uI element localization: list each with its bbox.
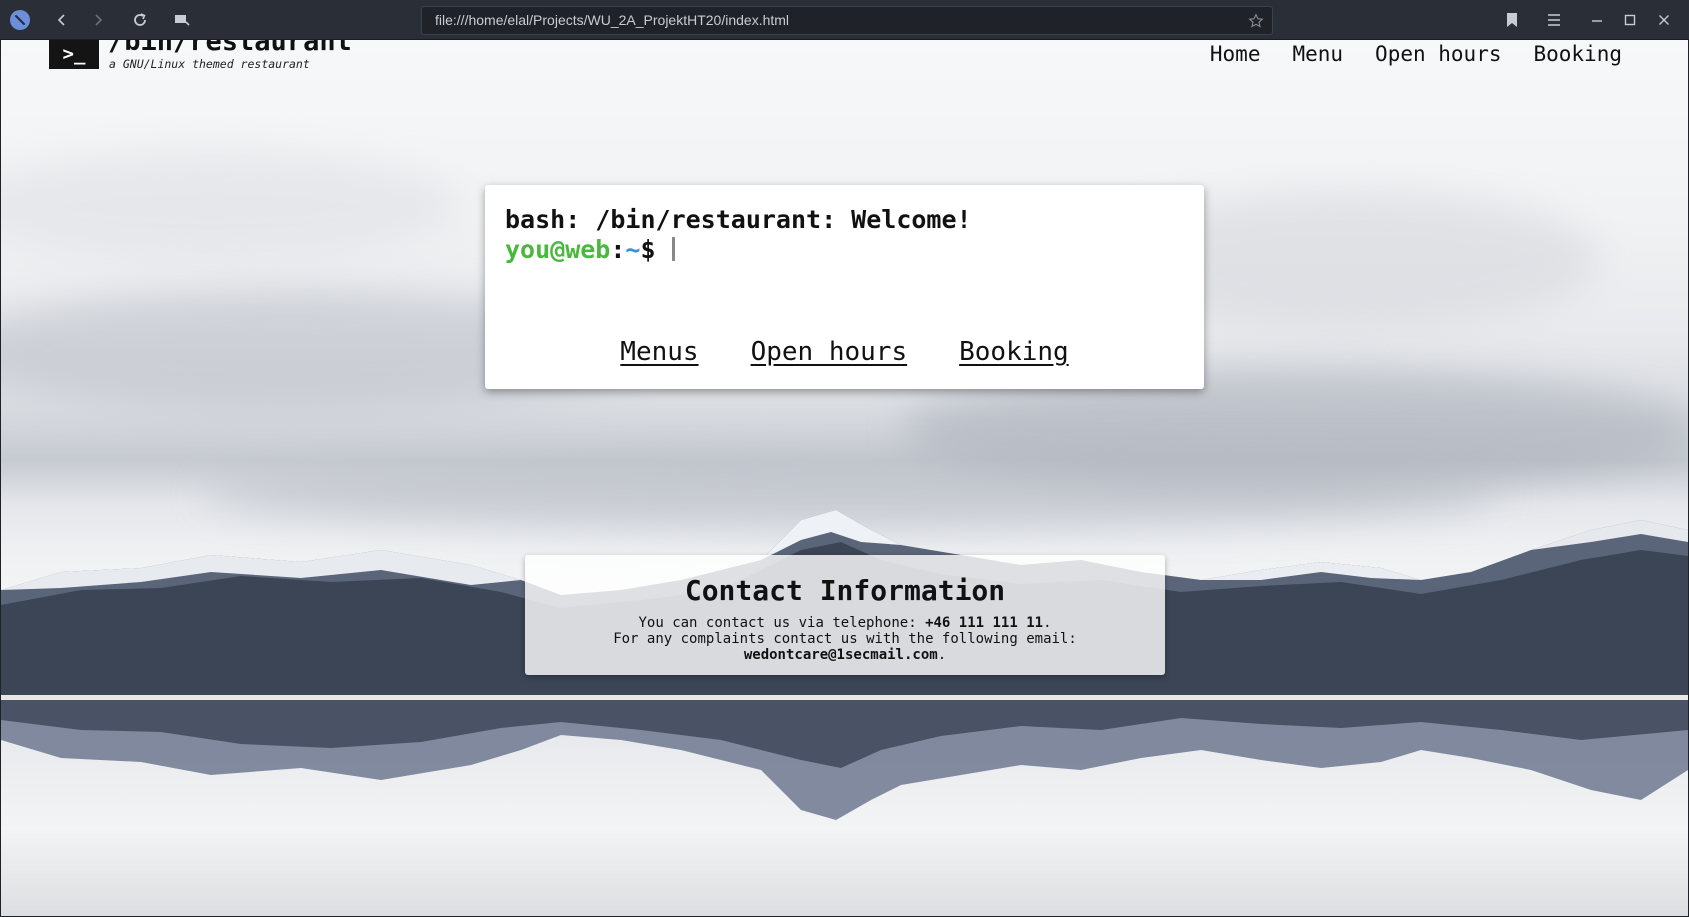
contact-phone-line: You can contact us via telephone: +46 11… xyxy=(525,615,1165,631)
reload-icon[interactable] xyxy=(128,8,152,32)
lake-reflection-image xyxy=(1,700,1688,820)
site-title[interactable]: /bin/restaurant xyxy=(108,40,352,57)
text-cursor xyxy=(671,237,675,261)
terminal-welcome-message: bash: /bin/restaurant: Welcome! xyxy=(505,205,972,234)
site-subtitle: a GNU/Linux themed restaurant xyxy=(109,57,310,71)
back-arrow-icon[interactable] xyxy=(50,8,74,32)
contact-phone-prefix: You can contact us via telephone: xyxy=(638,615,926,631)
prompt-separator: : xyxy=(610,235,626,264)
terminal-logo-icon: >_ xyxy=(62,42,86,65)
browser-toolbar: file:///home/elal/Projects/WU_2A_Projekt… xyxy=(0,0,1689,40)
prompt-dollar: $ xyxy=(640,235,656,264)
site-logo[interactable]: >_ xyxy=(49,40,99,69)
nav-booking-link[interactable]: Booking xyxy=(1533,42,1622,66)
terminal-links: Menus Open hours Booking xyxy=(485,337,1204,367)
contact-card: Contact Information You can contact us v… xyxy=(525,555,1165,675)
menus-link[interactable]: Menus xyxy=(620,337,698,367)
close-icon[interactable] xyxy=(1652,8,1676,32)
nav-menu-link[interactable]: Menu xyxy=(1292,42,1343,66)
terminal-card: bash: /bin/restaurant: Welcome! you@web:… xyxy=(485,185,1204,389)
hamburger-menu-icon[interactable] xyxy=(1542,8,1566,32)
nav-open-hours-link[interactable]: Open hours xyxy=(1375,42,1501,66)
page-viewport: >_ /bin/restaurant a GNU/Linux themed re… xyxy=(1,40,1688,916)
contact-email[interactable]: wedontcare@1secmail.com xyxy=(744,647,938,663)
contact-email-line: wedontcare@1secmail.com. xyxy=(525,647,1165,663)
url-text[interactable]: file:///home/elal/Projects/WU_2A_Projekt… xyxy=(435,12,789,28)
prompt-user: you@web xyxy=(505,235,611,264)
contact-heading: Contact Information xyxy=(684,574,1006,607)
app-menu-icon[interactable] xyxy=(10,10,30,30)
forward-arrow-icon[interactable] xyxy=(86,8,110,32)
main-nav: Home Menu Open hours Booking xyxy=(1210,42,1622,66)
maximize-icon[interactable] xyxy=(1618,8,1642,32)
nav-home-link[interactable]: Home xyxy=(1210,42,1261,66)
prompt-home-dir: ~ xyxy=(625,235,641,264)
terminal-prompt: you@web:~$ xyxy=(505,235,675,264)
address-bar[interactable]: file:///home/elal/Projects/WU_2A_Projekt… xyxy=(421,6,1273,35)
contact-email-suffix: . xyxy=(937,647,947,663)
bookmark-icon[interactable] xyxy=(1500,8,1524,32)
contact-phone-number: +46 111 111 11 xyxy=(925,615,1044,631)
contact-complaints-line: For any complaints contact us with the f… xyxy=(613,631,1077,647)
tab-overview-icon[interactable] xyxy=(170,8,194,32)
star-icon[interactable] xyxy=(1246,11,1266,31)
minimize-icon[interactable] xyxy=(1585,8,1609,32)
open-hours-link[interactable]: Open hours xyxy=(751,337,908,367)
booking-link[interactable]: Booking xyxy=(959,337,1069,367)
contact-phone-suffix: . xyxy=(1043,615,1052,631)
